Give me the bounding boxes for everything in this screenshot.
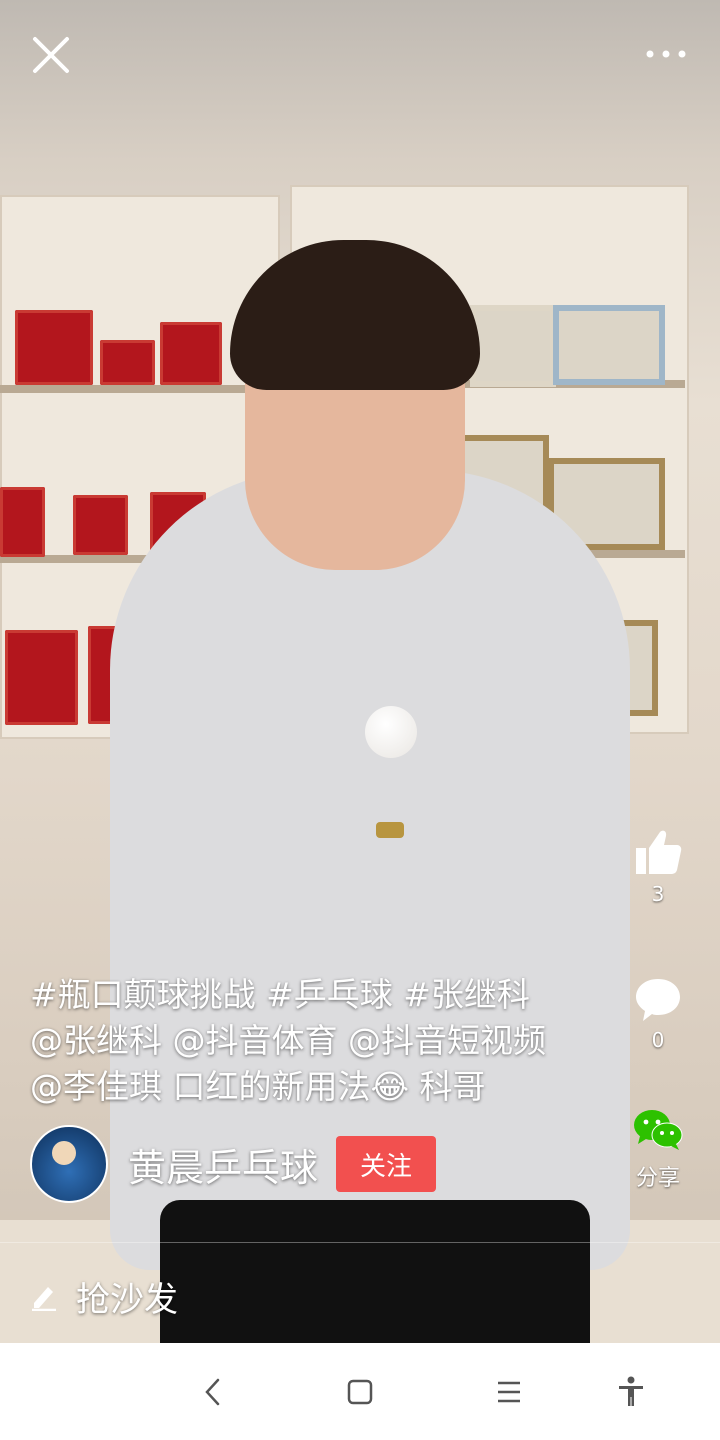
shelf (0, 385, 276, 393)
home-button[interactable] (335, 1367, 385, 1417)
divider (0, 1242, 720, 1243)
video-caption[interactable]: #瓶口颠球挑战 #乒乓球 #张继科 @张继科 @抖音体育 @抖音短视频 @李佳琪… (30, 972, 610, 1110)
comment-bubble-icon (636, 979, 680, 1021)
back-button[interactable] (188, 1367, 238, 1417)
recents-button[interactable] (484, 1367, 534, 1417)
picture-frame (553, 305, 665, 385)
author-name[interactable]: 黄晨乒乓球 (128, 1137, 318, 1192)
certificate-book (5, 630, 78, 725)
pencil-icon (32, 1287, 56, 1311)
more-icon (646, 50, 686, 58)
back-icon (205, 1378, 220, 1406)
menu-icon (498, 1381, 520, 1403)
certificate-book (100, 340, 155, 385)
certificate-book (73, 495, 128, 555)
laughing-emoji-icon: 😂 (370, 1067, 410, 1106)
caption-hashtags: #瓶口颠球挑战 #乒乓球 #张继科 (30, 975, 530, 1014)
certificate-book (15, 310, 93, 385)
like-count: 3 (651, 882, 665, 906)
share-action[interactable]: 分享 (628, 1108, 688, 1192)
comment-prompt: 抢沙发 (76, 1279, 178, 1320)
home-icon (347, 1379, 373, 1405)
caption-tail: 科哥 (409, 1067, 486, 1106)
person-shorts (160, 1200, 590, 1343)
picture-frame (470, 305, 556, 387)
wechat-icon (634, 1110, 683, 1150)
close-button[interactable] (30, 34, 72, 76)
bottle-cap (376, 822, 404, 838)
more-options-button[interactable] (644, 40, 688, 68)
comment-input-bar[interactable]: 抢沙发 (30, 1268, 178, 1324)
author-row: 黄晨乒乓球 关注 (30, 1125, 437, 1203)
comment-action[interactable]: 0 (628, 976, 688, 1052)
like-action[interactable]: 3 (628, 826, 688, 906)
certificate-book (160, 322, 222, 385)
thumbs-up-icon (636, 830, 682, 874)
comment-count: 0 (651, 1028, 665, 1052)
accessibility-icon (619, 1376, 643, 1406)
share-label: 分享 (635, 1166, 680, 1191)
accessibility-button[interactable] (606, 1367, 656, 1417)
caption-mentions: @张继科 @抖音体育 @抖音短视频 (30, 1021, 546, 1060)
avatar[interactable] (30, 1125, 108, 1203)
certificate-book (0, 487, 45, 557)
caption-mention-text: @李佳琪 口红的新用法 (30, 1067, 371, 1106)
system-nav-bar (0, 1343, 720, 1440)
ping-pong-ball (365, 706, 417, 758)
caption-line3: @李佳琪 口红的新用法😂 科哥 (30, 1064, 610, 1110)
follow-button[interactable]: 关注 (336, 1136, 437, 1192)
close-icon (33, 37, 69, 73)
